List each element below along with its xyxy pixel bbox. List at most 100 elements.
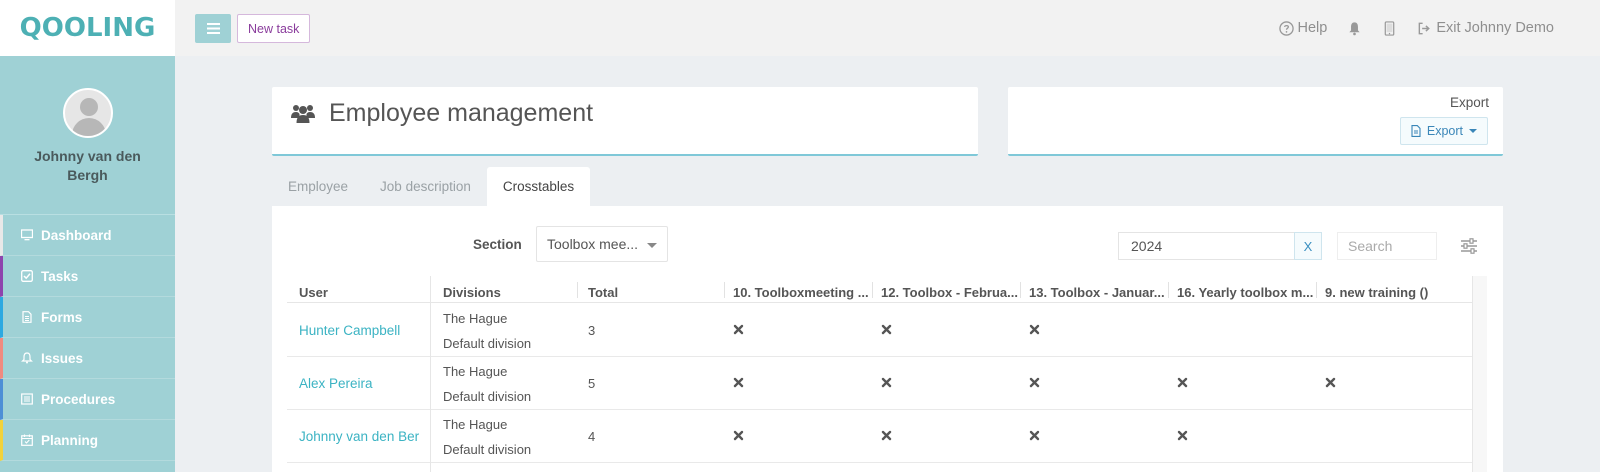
sidebar-item-label: Forms [41, 309, 83, 325]
sidebar-item-label: Dashboard [41, 227, 112, 243]
topbar-actions: Help Exit Johnny Demo [1278, 0, 1554, 56]
export-card: Export Export [1008, 87, 1503, 156]
user-link[interactable]: Hunter Campbell [299, 323, 419, 338]
sidebar-item-label: Planning [41, 432, 98, 448]
tab-job-description[interactable]: Job description [364, 167, 487, 206]
chevron-down-icon [647, 243, 657, 248]
sidebar-item-issues[interactable]: Issues [0, 338, 175, 379]
division-cell: The Hague [443, 311, 508, 326]
table-row: Alex Pereira The Hague Default division … [287, 357, 1472, 410]
frozen-column-divider [430, 276, 431, 472]
division-cell: Default division [443, 336, 532, 351]
cross-icon [1177, 430, 1188, 441]
cross-icon [733, 324, 744, 335]
sidebar-item-forms[interactable]: Forms [0, 297, 175, 338]
cross-icon [1029, 324, 1040, 335]
list-icon [19, 393, 35, 405]
section-select-value: Toolbox mee... [547, 236, 639, 252]
bell-icon [1349, 21, 1360, 35]
caret-down-icon [1469, 129, 1477, 133]
tab-bar: Employee Job description Crosstables [272, 167, 591, 206]
total-cell: 4 [588, 429, 596, 444]
total-cell: 5 [588, 376, 596, 391]
column-header-toolbox-16[interactable]: 16. Yearly toolbox m... [1177, 285, 1314, 300]
column-header-toolbox-12[interactable]: 12. Toolbox - Februa... [881, 285, 1018, 300]
table-row: Hunter Campbell The Hague Default divisi… [287, 304, 1472, 357]
monitor-icon [19, 229, 35, 241]
tab-employee[interactable]: Employee [272, 167, 364, 206]
column-header-user[interactable]: User [299, 285, 419, 300]
sidebar-item-tasks[interactable]: Tasks [0, 256, 175, 297]
question-circle-icon [1278, 20, 1294, 36]
help-link[interactable]: Help [1278, 20, 1328, 36]
user-profile: Johnny van den Bergh [0, 56, 175, 215]
exit-demo-link[interactable]: Exit Johnny Demo [1417, 20, 1554, 36]
user-link[interactable]: Johnny van den Bergh [299, 429, 419, 444]
crosstable: User Divisions Total 10. Toolboxmeeting … [287, 276, 1487, 472]
division-cell: The Hague [443, 364, 508, 379]
column-header-training-9[interactable]: 9. new training () [1325, 285, 1462, 300]
file-icon [1411, 125, 1421, 137]
mobile-device-button[interactable] [1382, 20, 1397, 36]
table-row: Johnny van den Bergh The Hague Default d… [287, 410, 1472, 463]
sidebar-nav: Dashboard Tasks Forms Issues Procedures … [0, 215, 175, 461]
cross-icon [1029, 377, 1040, 388]
division-cell: The Hague [443, 417, 508, 432]
tab-crosstables[interactable]: Crosstables [486, 167, 591, 206]
sidebar-item-label: Issues [41, 350, 84, 366]
help-label: Help [1297, 20, 1328, 36]
division-cell: Default division [443, 389, 532, 404]
section-select[interactable]: Toolbox mee... [536, 226, 668, 262]
export-title: Export [1449, 95, 1489, 110]
hamburger-icon [206, 23, 220, 34]
avatar[interactable] [62, 88, 113, 138]
division-cell: Default division [443, 442, 532, 457]
topbar: New task Help Exit Johnny Demo [175, 0, 1600, 56]
exit-label: Exit Johnny Demo [1436, 20, 1554, 36]
logo-container[interactable]: QOOLING [0, 0, 175, 56]
menu-toggle-button[interactable] [195, 14, 231, 43]
clear-year-button[interactable]: X [1294, 232, 1322, 260]
cross-icon [1325, 377, 1336, 388]
user-link[interactable]: Alex Pereira [299, 376, 419, 391]
year-filter-input[interactable]: 2024 [1118, 232, 1295, 260]
cross-icon [881, 430, 892, 441]
cross-icon [733, 430, 744, 441]
sidebar-item-dashboard[interactable]: Dashboard [0, 215, 175, 256]
check-square-icon [19, 270, 35, 282]
sliders-icon[interactable] [1460, 237, 1478, 255]
calendar-icon [19, 434, 35, 446]
tablet-icon [1385, 20, 1395, 36]
sidebar-item-procedures[interactable]: Procedures [0, 379, 175, 420]
cross-icon [1177, 377, 1188, 388]
sidebar-item-label: Tasks [41, 268, 79, 284]
page-title: Employee management [329, 99, 594, 127]
crosstables-panel: Section Toolbox mee... 2024 X Search Use… [272, 206, 1503, 472]
profile-name: Johnny van den Bergh [34, 148, 141, 183]
bell-icon [19, 352, 35, 364]
sidebar-item-planning[interactable]: Planning [0, 420, 175, 461]
document-icon [19, 311, 35, 323]
total-cell: 3 [588, 323, 596, 338]
new-task-button[interactable]: New task [237, 14, 311, 43]
users-icon [291, 105, 315, 123]
column-header-toolbox-10[interactable]: 10. Toolboxmeeting ... [733, 285, 870, 300]
sign-out-icon [1418, 22, 1431, 34]
qooling-logo[interactable]: QOOLING [20, 13, 156, 43]
section-label: Section [473, 237, 522, 252]
cross-icon [881, 324, 892, 335]
search-input[interactable]: Search [1337, 232, 1437, 260]
export-button-label: Export [1426, 124, 1463, 138]
notifications-button[interactable] [1347, 21, 1362, 36]
column-header-total[interactable]: Total [588, 285, 718, 300]
export-dropdown-button[interactable]: Export [1399, 117, 1488, 145]
cross-icon [733, 377, 744, 388]
column-header-toolbox-13[interactable]: 13. Toolbox - Januar... [1029, 285, 1166, 300]
cross-icon [1029, 430, 1040, 441]
table-header: User Divisions Total 10. Toolboxmeeting … [287, 276, 1487, 303]
sidebar: QOOLING Johnny van den Bergh Dashboard T… [0, 0, 175, 472]
cross-icon [881, 377, 892, 388]
sidebar-item-label: Procedures [41, 391, 116, 407]
column-header-divisions[interactable]: Divisions [443, 285, 568, 300]
table-scrollbar[interactable] [1472, 276, 1487, 472]
